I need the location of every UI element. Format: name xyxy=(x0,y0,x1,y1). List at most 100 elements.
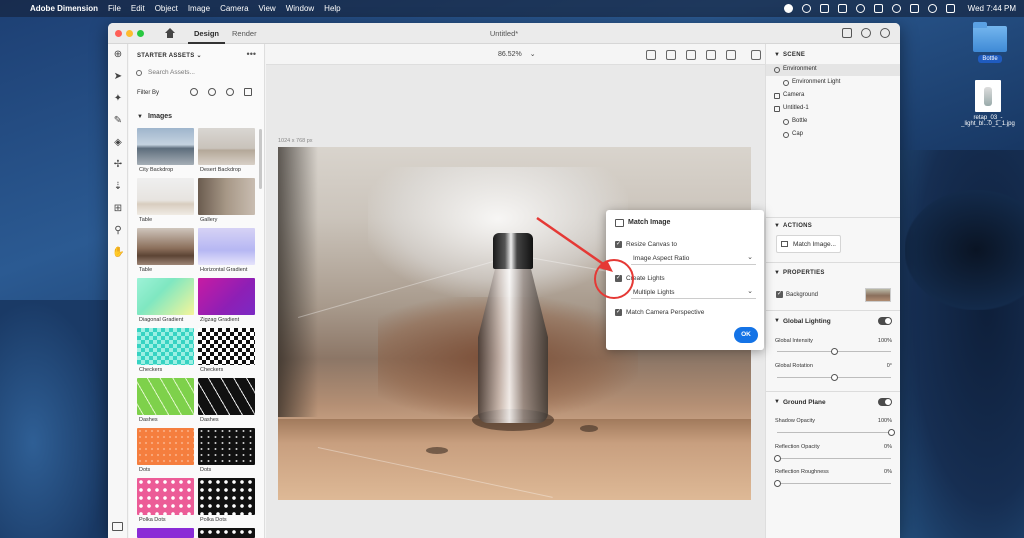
cc-icon[interactable] xyxy=(855,4,865,13)
grid-icon[interactable] xyxy=(646,50,656,60)
menu-camera[interactable]: Camera xyxy=(220,4,248,13)
filter-materials-icon[interactable] xyxy=(208,88,216,96)
wifi-icon[interactable] xyxy=(891,4,901,13)
filter-models-icon[interactable] xyxy=(190,88,198,96)
match-image-button[interactable]: Match Image... xyxy=(776,235,841,253)
bottle-body[interactable] xyxy=(478,267,548,423)
sampler-tool-icon[interactable]: ✎ xyxy=(112,115,124,127)
paint-bucket-tool-icon[interactable]: ◈ xyxy=(112,137,124,149)
more-options-icon[interactable]: ••• xyxy=(247,49,256,59)
control-center-icon[interactable] xyxy=(945,4,955,13)
menu-app-name[interactable]: Adobe Dimension xyxy=(30,4,98,13)
shadow-opacity-slider[interactable] xyxy=(777,432,891,433)
asset-table-2[interactable] xyxy=(137,228,194,265)
zoom-tool-icon[interactable]: ⚲ xyxy=(112,225,124,237)
match-perspective-checkbox[interactable] xyxy=(615,308,622,316)
chevron-down-icon[interactable]: ▼ xyxy=(774,399,780,405)
ground-plane-toggle[interactable] xyxy=(878,398,892,406)
share-icon[interactable] xyxy=(842,28,852,38)
menu-view[interactable]: View xyxy=(259,4,276,13)
status-icon[interactable] xyxy=(801,4,811,13)
pan-icon[interactable] xyxy=(706,50,716,60)
ok-button[interactable]: OK xyxy=(734,327,758,343)
asset-gallery[interactable] xyxy=(198,178,255,215)
assets-header[interactable]: STARTER ASSETS ⌄ xyxy=(137,52,202,59)
orbit-icon[interactable] xyxy=(686,50,696,60)
desktop-file-jpg[interactable]: retap_03_- _light_bl...0_1_1.jpg xyxy=(952,80,1024,127)
scene-item-environment-light[interactable]: Environment Light xyxy=(766,77,900,89)
global-intensity-knob[interactable] xyxy=(830,348,838,355)
search-assets-field[interactable]: Search Assets... xyxy=(136,68,258,80)
menu-object[interactable]: Object xyxy=(155,4,178,13)
reflection-opacity-knob[interactable] xyxy=(773,455,781,462)
scene-item-bottle[interactable]: Bottle xyxy=(766,116,900,128)
magic-wand-tool-icon[interactable]: ✦ xyxy=(112,93,124,105)
chevron-down-icon[interactable]: ▼ xyxy=(774,223,780,229)
global-rotation-knob[interactable] xyxy=(830,374,838,381)
filter-images-icon[interactable] xyxy=(244,88,252,96)
asset-city-backdrop[interactable] xyxy=(137,128,194,165)
spotlight-icon[interactable] xyxy=(927,4,937,13)
add-icon[interactable]: ⊕ xyxy=(112,49,124,61)
asset-diagonal-gradient[interactable] xyxy=(137,278,194,315)
record-icon[interactable] xyxy=(783,4,793,13)
asset-polka-dots-black[interactable] xyxy=(198,478,255,515)
battery-icon[interactable] xyxy=(873,4,883,13)
scene-item-cap[interactable]: Cap xyxy=(766,129,900,141)
global-lighting-toggle[interactable] xyxy=(878,317,892,325)
desktop-folder-bottle[interactable]: Bottle xyxy=(966,20,1014,63)
bottle-cap[interactable] xyxy=(493,233,533,269)
select-tool-icon[interactable]: ➤ xyxy=(112,71,124,83)
background-checkbox[interactable] xyxy=(776,290,783,298)
asset-zigzag-gradient[interactable] xyxy=(198,278,255,315)
asset-purple-partial[interactable] xyxy=(137,528,194,538)
adobe-account-icon[interactable] xyxy=(880,28,890,38)
lights-mode-select[interactable]: Multiple Lights ⌄ xyxy=(631,287,756,299)
menubar-clock[interactable]: Wed 7:44 PM xyxy=(968,4,1016,13)
asset-dots-black[interactable] xyxy=(198,428,255,465)
hand-tool-icon[interactable]: ✋ xyxy=(112,247,124,259)
asset-dots-orange[interactable] xyxy=(137,428,194,465)
asset-table[interactable] xyxy=(137,178,194,215)
asset-checkers-teal[interactable] xyxy=(137,328,194,365)
menu-edit[interactable]: Edit xyxy=(131,4,145,13)
asset-horizontal-gradient[interactable] xyxy=(198,228,255,265)
zoom-dropdown[interactable]: 86.52% ⌄ xyxy=(498,50,536,58)
render-preview-icon[interactable] xyxy=(751,50,761,60)
reflection-roughness-slider[interactable] xyxy=(777,483,891,484)
resize-canvas-checkbox[interactable] xyxy=(615,240,622,248)
asset-dashes-green[interactable] xyxy=(137,378,194,415)
menu-file[interactable]: File xyxy=(108,4,121,13)
menu-help[interactable]: Help xyxy=(324,4,340,13)
chevron-down-icon[interactable]: ▼ xyxy=(774,270,780,276)
drop-to-ground-icon[interactable]: ⇣ xyxy=(112,181,124,193)
asset-dashes-black[interactable] xyxy=(198,378,255,415)
move-tool-icon[interactable]: ✢ xyxy=(112,159,124,171)
aspect-ratio-select[interactable]: Image Aspect Ratio ⌄ xyxy=(631,253,756,265)
scene-item-untitled-group[interactable]: Untitled-1 xyxy=(766,103,900,115)
input-source-icon[interactable] xyxy=(909,4,919,13)
menu-image[interactable]: Image xyxy=(188,4,210,13)
asset-polka-dots-pink[interactable] xyxy=(137,478,194,515)
dropbox-icon[interactable] xyxy=(837,4,847,13)
background-thumbnail[interactable] xyxy=(865,288,891,302)
chevron-down-icon[interactable]: ▼ xyxy=(774,52,780,58)
menu-window[interactable]: Window xyxy=(286,4,314,13)
vpn-icon[interactable] xyxy=(819,4,829,13)
shadow-opacity-knob[interactable] xyxy=(887,429,895,436)
help-icon[interactable] xyxy=(861,28,871,38)
asset-checkers-bw[interactable] xyxy=(198,328,255,365)
align-tool-icon[interactable]: ⊞ xyxy=(112,203,124,215)
scene-item-camera[interactable]: Camera xyxy=(766,90,900,102)
reflection-roughness-knob[interactable] xyxy=(773,480,781,487)
libraries-icon[interactable] xyxy=(112,522,123,531)
asset-desert-backdrop[interactable] xyxy=(198,128,255,165)
asset-black-partial[interactable] xyxy=(198,528,255,538)
reflection-opacity-slider[interactable] xyxy=(777,458,891,459)
assets-scrollbar[interactable] xyxy=(259,129,262,189)
camera-view-icon[interactable] xyxy=(666,50,676,60)
images-section-header[interactable]: ▼ Images xyxy=(137,113,172,120)
scene-item-environment[interactable]: Environment xyxy=(766,64,900,76)
chevron-down-icon[interactable]: ▼ xyxy=(774,318,780,324)
filter-lights-icon[interactable] xyxy=(226,88,234,96)
